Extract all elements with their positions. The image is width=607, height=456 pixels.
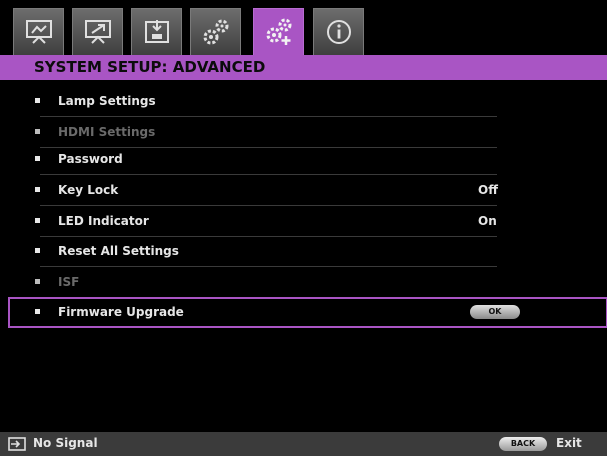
menu-item-label: HDMI Settings (58, 125, 156, 139)
system-basic-icon (203, 19, 229, 45)
title-bar: SYSTEM SETUP: ADVANCED (0, 55, 607, 80)
bullet-icon (35, 248, 40, 253)
exit-label: Exit (556, 436, 582, 450)
display-icon (85, 20, 111, 44)
led-indicator-value: On (478, 214, 497, 228)
bullet-icon (35, 129, 40, 134)
menu-item-label: Reset All Settings (58, 244, 179, 258)
menu-tab-bar (0, 0, 607, 55)
menu-item-label: ISF (58, 275, 80, 289)
bullet-icon (35, 218, 40, 223)
signal-status: No Signal (33, 436, 98, 450)
tab-picture[interactable] (13, 8, 64, 55)
menu-item-led-indicator[interactable]: LED Indicator On (0, 206, 607, 237)
page-title: SYSTEM SETUP: ADVANCED (34, 58, 266, 76)
menu-item-reset-all-settings[interactable]: Reset All Settings (0, 236, 607, 267)
menu-item-lamp-settings[interactable]: Lamp Settings (0, 86, 607, 117)
menu-item-password[interactable]: Password (0, 144, 607, 175)
tab-information[interactable] (313, 8, 364, 55)
input-source-icon (8, 437, 26, 451)
setup-icon (145, 20, 169, 43)
menu-item-firmware-upgrade[interactable]: Firmware Upgrade OK (8, 297, 607, 328)
key-lock-value: Off (478, 183, 498, 197)
bullet-icon (35, 309, 40, 314)
back-button[interactable]: BACK (499, 437, 547, 451)
menu-item-label: Password (58, 152, 123, 166)
bullet-icon (35, 156, 40, 161)
picture-icon (26, 20, 52, 44)
tab-system-basic[interactable] (190, 8, 241, 55)
system-advanced-icon (266, 18, 292, 45)
bullet-icon (35, 98, 40, 103)
information-icon (327, 20, 351, 44)
menu-item-isf: ISF (0, 267, 607, 298)
menu-item-key-lock[interactable]: Key Lock Off (0, 175, 607, 206)
status-bar: No Signal BACK Exit (0, 432, 607, 456)
menu-item-label: Firmware Upgrade (58, 305, 184, 319)
tab-display[interactable] (72, 8, 123, 55)
menu-item-label: Key Lock (58, 183, 119, 197)
bullet-icon (35, 187, 40, 192)
tab-system-advanced[interactable] (253, 8, 304, 55)
tab-setup[interactable] (131, 8, 182, 55)
menu-item-label: LED Indicator (58, 214, 149, 228)
bullet-icon (35, 279, 40, 284)
projector-osd-screen: SYSTEM SETUP: ADVANCED Lamp Settings HDM… (0, 0, 607, 456)
menu-item-label: Lamp Settings (58, 94, 156, 108)
ok-button[interactable]: OK (470, 305, 520, 319)
